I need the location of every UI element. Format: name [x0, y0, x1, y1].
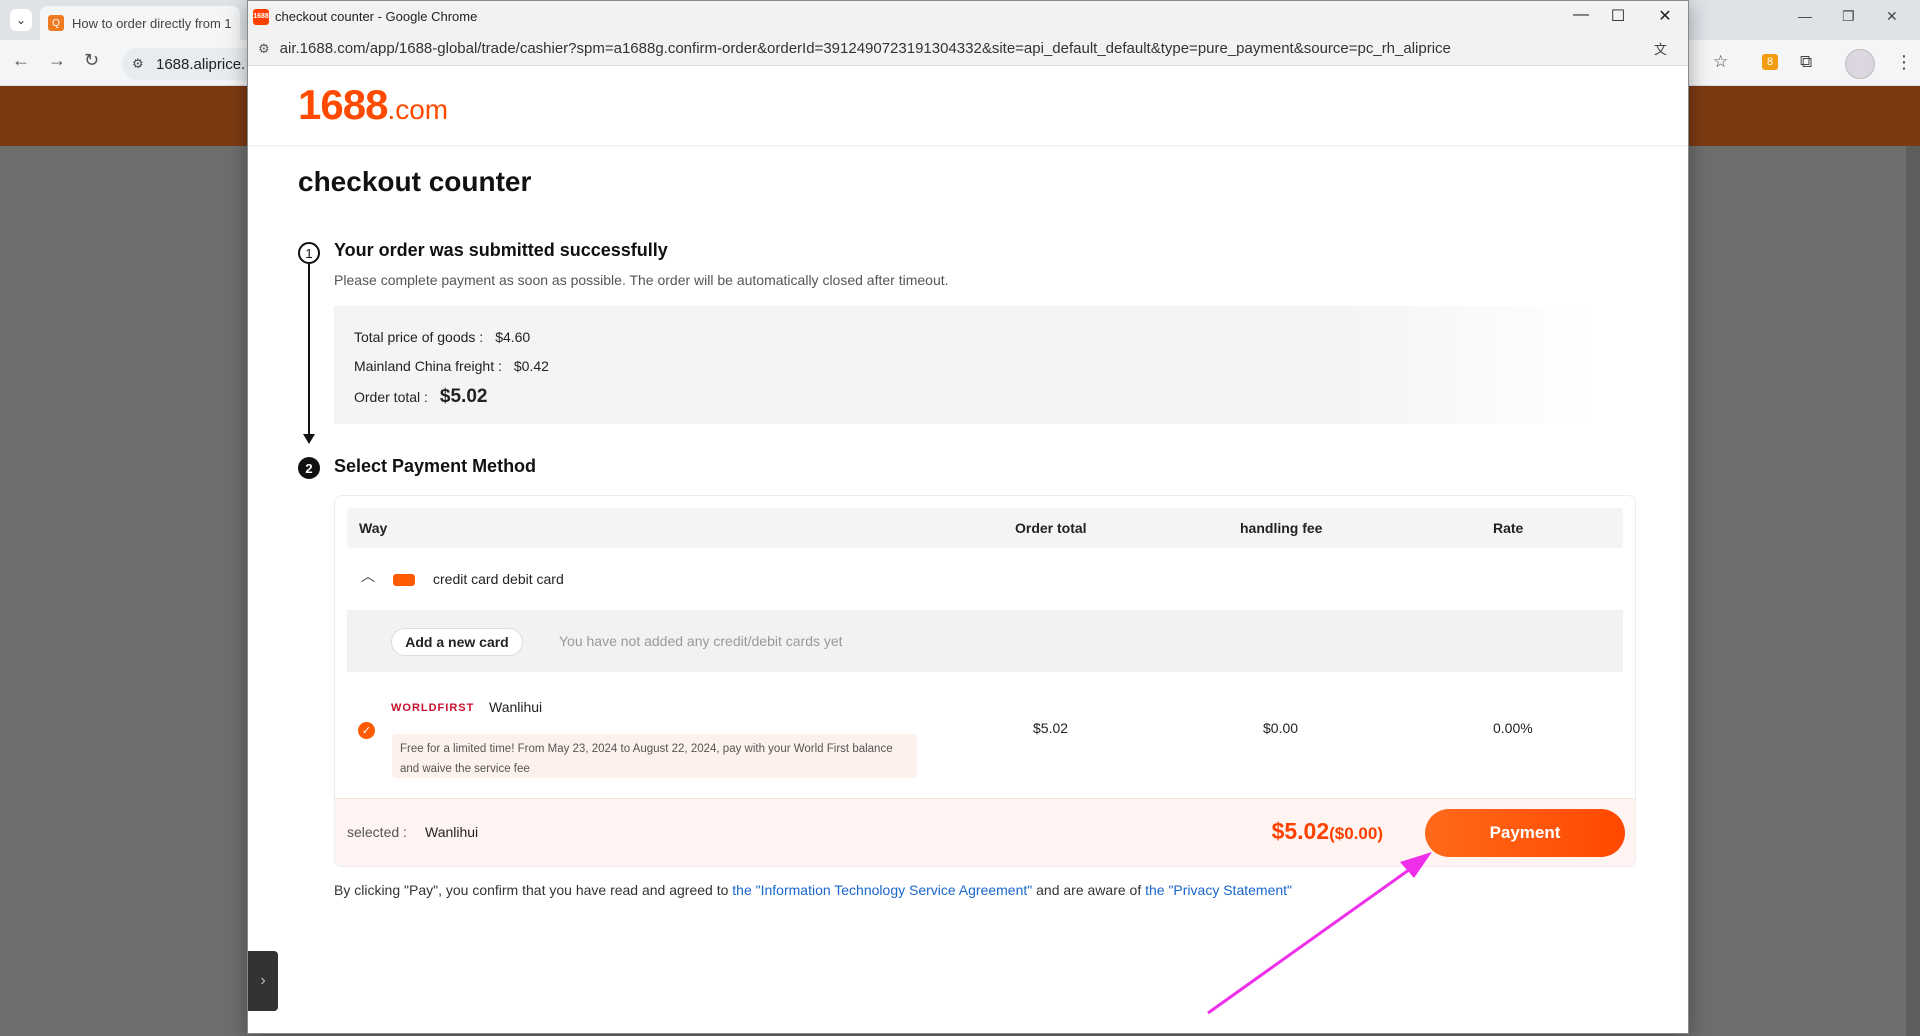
- translate-icon[interactable]: 文: [1654, 39, 1674, 59]
- back-icon[interactable]: ←: [12, 50, 30, 71]
- restore-icon[interactable]: ❐: [1842, 8, 1855, 25]
- background-url: 1688.aliprice.: [156, 55, 246, 73]
- site-info-icon[interactable]: ⚙: [132, 56, 144, 72]
- goods-price-label: Total price of goods :: [354, 328, 484, 345]
- payment-table-header: Way Order total handling fee Rate: [347, 508, 1623, 548]
- payment-button[interactable]: Payment: [1425, 809, 1625, 857]
- reload-icon[interactable]: ↻: [84, 50, 99, 71]
- tab-search-chevron-icon[interactable]: ⌄: [10, 9, 32, 31]
- logo-number: 1688: [298, 81, 388, 128]
- final-price-amount: $5.02: [1271, 818, 1330, 844]
- background-tab[interactable]: Q How to order directly from 1: [40, 6, 240, 40]
- card-method-label: credit card debit card: [433, 571, 564, 587]
- no-cards-hint: You have not added any credit/debit card…: [559, 633, 843, 649]
- background-tab-title: How to order directly from 1: [72, 15, 232, 31]
- add-card-row: Add a new card You have not added any cr…: [347, 610, 1623, 672]
- final-price: $5.02($0.00): [1272, 818, 1383, 845]
- goods-price-value: $4.60: [495, 328, 531, 345]
- popup-site-info-icon[interactable]: ⚙: [258, 41, 270, 57]
- popup-titlebar: 1688 checkout counter - Google Chrome — …: [248, 1, 1688, 32]
- order-summary-box: Total price of goods : $4.60 Mainland Ch…: [334, 306, 1594, 424]
- final-price-fee: ($0.00): [1329, 824, 1383, 843]
- privacy-statement-link[interactable]: the "Privacy Statement": [1145, 882, 1292, 898]
- popup-url: air.1688.com/app/1688-global/trade/cashi…: [279, 40, 1451, 57]
- extensions-puzzle-icon[interactable]: ⧉: [1800, 52, 1812, 72]
- order-submitted-subtitle: Please complete payment as soon as possi…: [334, 272, 949, 288]
- payment-footer-bar: selected : Wanlihui $5.02($0.00) Payment: [335, 798, 1635, 866]
- background-scrollbar[interactable]: [1906, 146, 1920, 1036]
- worldfirst-order-total: $5.02: [1033, 720, 1069, 736]
- selected-check-icon[interactable]: ✓: [358, 722, 375, 739]
- freight-value: $0.42: [513, 357, 549, 374]
- agreement-middle: and are aware of: [1036, 882, 1142, 898]
- column-handling-fee: handling fee: [1240, 520, 1323, 536]
- column-way: Way: [359, 520, 388, 536]
- popup-minimize-icon[interactable]: —: [1566, 6, 1596, 24]
- order-total-row: Order total : $5.02: [354, 380, 1574, 414]
- popup-window-title: checkout counter - Google Chrome: [275, 9, 478, 24]
- agreement-text: By clicking "Pay", you confirm that you …: [334, 882, 1292, 898]
- service-agreement-link[interactable]: the "Information Technology Service Agre…: [732, 882, 1032, 898]
- order-total-label: Order total :: [354, 389, 428, 405]
- add-new-card-button[interactable]: Add a new card: [391, 628, 523, 656]
- forward-icon[interactable]: →: [48, 50, 66, 71]
- goods-price-row: Total price of goods : $4.60: [354, 322, 1574, 351]
- minimize-icon[interactable]: —: [1798, 8, 1812, 24]
- collapse-chevron-up-icon[interactable]: ︿: [361, 566, 375, 586]
- extension-badge-icon[interactable]: 8: [1762, 54, 1778, 70]
- popup-address-bar[interactable]: ⚙ air.1688.com/app/1688-global/trade/cas…: [248, 32, 1688, 66]
- worldfirst-promo-text: Free for a limited time! From May 23, 20…: [392, 734, 917, 778]
- popup-close-icon[interactable]: ✕: [1650, 6, 1680, 26]
- step-2-indicator: 2: [298, 457, 320, 479]
- side-panel-expand-chevron-icon[interactable]: ›: [248, 951, 278, 1011]
- selected-value: Wanlihui: [425, 824, 479, 840]
- order-submitted-title: Your order was submitted successfully: [334, 240, 668, 260]
- freight-row: Mainland China freight : $0.42: [354, 351, 1574, 380]
- checkout-popup-window: 1688 checkout counter - Google Chrome — …: [247, 0, 1689, 1034]
- freight-label: Mainland China freight :: [354, 357, 502, 374]
- column-rate: Rate: [1493, 520, 1524, 536]
- worldfirst-rate: 0.00%: [1493, 720, 1533, 736]
- column-order-total: Order total: [1015, 520, 1087, 536]
- selected-label: selected :: [347, 824, 407, 840]
- select-payment-title: Select Payment Method: [334, 456, 537, 476]
- worldfirst-name: Wanlihui: [489, 699, 543, 715]
- order-total-value: $5.02: [439, 386, 488, 407]
- worldfirst-option-row[interactable]: ✓ WORLDFIRST Wanlihui Free for a limited…: [347, 672, 1623, 792]
- aliprice-favicon-icon: Q: [48, 15, 64, 31]
- payment-method-box: Way Order total handling fee Rate ︿ cred…: [334, 495, 1636, 867]
- worldfirst-handling-fee: $0.00: [1263, 720, 1299, 736]
- popup-maximize-icon[interactable]: ☐: [1603, 6, 1633, 26]
- site-header: 1688.com: [248, 66, 1688, 146]
- step-connector-arrow-icon: [303, 434, 315, 444]
- close-icon[interactable]: ✕: [1886, 8, 1898, 25]
- kebab-menu-icon[interactable]: ⋮: [1895, 52, 1913, 73]
- step-connector-line: [308, 264, 310, 442]
- agreement-prefix: By clicking "Pay", you confirm that you …: [334, 882, 729, 898]
- profile-avatar[interactable]: [1845, 49, 1875, 79]
- bookmark-star-icon[interactable]: ☆: [1713, 52, 1728, 72]
- 1688-favicon-icon: 1688: [253, 8, 269, 25]
- card-method-row[interactable]: ︿ credit card debit card: [347, 548, 1623, 610]
- page-title: checkout counter: [298, 166, 532, 197]
- 1688-logo[interactable]: 1688.com: [298, 81, 448, 129]
- step-1-indicator: 1: [298, 242, 320, 264]
- credit-card-icon: [393, 574, 415, 586]
- worldfirst-logo: WORLDFIRST: [391, 702, 475, 714]
- logo-domain: .com: [387, 94, 449, 125]
